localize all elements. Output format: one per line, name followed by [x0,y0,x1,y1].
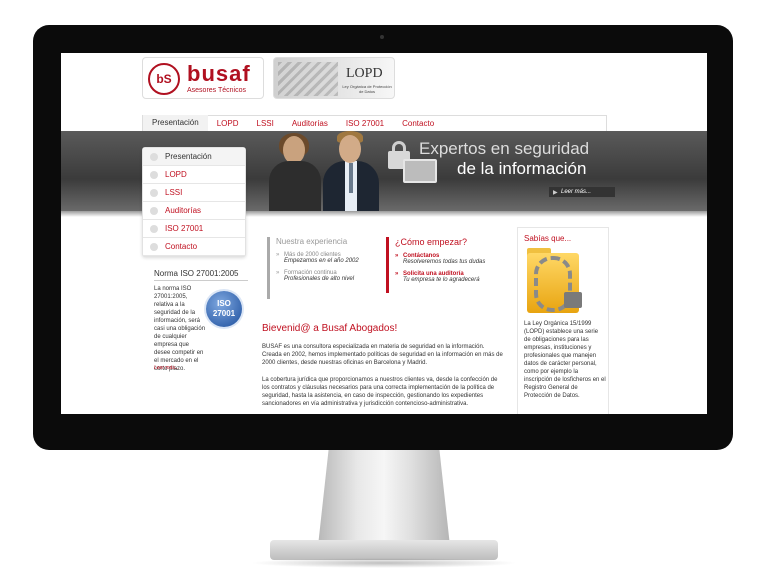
bullet-icon [150,171,158,179]
iso-more-link[interactable]: Leer más... [154,365,179,371]
padlock-icon [564,292,582,308]
experience-item-label: Más de 2000 clientes [284,252,341,258]
iso-seal-bottom: 27001 [212,309,236,318]
iso-info-box: Norma ISO 27001:2005 La norma ISO 27001:… [154,269,248,377]
lopd-banner-title: LOPD [346,66,383,81]
hero-title-line2: de la información [457,159,587,178]
sidebar-item-lssi[interactable]: LSSI [143,184,245,202]
experience-item-subtitle: Profesionales de alto nivel [284,276,355,282]
sidebar-item-label: Presentación [165,152,212,161]
top-nav: Presentación LOPD LSSI Auditorías ISO 27… [142,114,607,133]
experience-item-title: » Formación continua [276,270,383,276]
nav-item-contacto[interactable]: Contacto [393,116,443,132]
man-face-image [339,135,361,163]
did-you-know-box: Sabías que... La Ley Orgánica 15/1999 (L… [517,227,609,414]
double-arrow-icon: » [276,270,280,276]
bullet-icon [150,189,158,197]
sidebar-item-label: Auditorías [165,206,202,215]
experience-box: Nuestra experiencia » Más de 2000 cliente… [267,237,383,299]
sidebar-item-lopd[interactable]: LOPD [143,166,245,184]
how-to-start-title: ¿Cómo empezar? [395,237,468,247]
start-item-subtitle: Resolveremos todas tus dudas [403,259,486,265]
woman-face-image [283,136,305,164]
lopd-banner-subtitle: Ley Orgánica de Protección de Datos [342,84,392,94]
laptop-icon [403,159,437,183]
hero-title-line1: Expertos en seguridad [419,139,590,158]
lopd-banner[interactable]: LOPD Ley Orgánica de Protección de Datos [273,57,395,99]
apple-logo-icon [374,423,388,439]
start-item-subtitle: Tu empresa te lo agradecerá [403,277,480,283]
start-link-contactanos[interactable]: » Contáctanos [395,253,496,259]
double-arrow-icon: » [395,271,399,277]
lopd-banner-pattern [278,62,338,96]
did-you-know-text: La Ley Orgánica 15/1999 (LOPD) establece… [524,321,606,399]
start-link-label: Solicita una auditoría [403,271,464,277]
man-tie-image [349,163,353,193]
bullet-icon [150,153,158,161]
nav-item-presentacion[interactable]: Presentación [143,114,208,133]
iso-seal-icon: ISO 27001 [206,291,242,327]
sidebar-item-iso27001[interactable]: ISO 27001 [143,220,245,238]
sidebar-item-presentacion[interactable]: Presentación [143,148,245,166]
how-to-start-box: ¿Cómo empezar? » Contáctanos Resolveremos… [386,237,496,293]
experience-item-label: Formación continua [284,270,337,276]
start-link-label: Contáctanos [403,253,440,259]
monitor-stand [318,450,450,546]
start-link-auditoria[interactable]: » Solicita una auditoría [395,271,496,277]
nav-item-iso27001[interactable]: ISO 27001 [337,116,393,132]
arrow-right-icon: ▶ [553,190,558,196]
iso-seal-top: ISO [217,299,231,308]
sidebar-item-label: LOPD [165,170,187,179]
double-arrow-icon: » [276,252,280,258]
welcome-paragraph-2: La cobertura jurídica que proporcionamos… [262,377,498,407]
busaf-logo[interactable]: bS busaf Asesores Técnicos [142,57,264,99]
sidebar-item-label: Contacto [165,242,198,251]
welcome-paragraph-1: BUSAF es una consultora especializada en… [262,344,503,366]
stand-shadow [250,558,518,568]
nav-item-auditorias[interactable]: Auditorías [283,116,337,132]
experience-item-subtitle: Empezamos en el año 2002 [284,258,359,264]
logo-subtitle: Asesores Técnicos [187,87,247,94]
did-you-know-title: Sabías que... [524,234,572,243]
hero-more-button[interactable]: Leer más... [549,187,615,197]
sidebar-item-contacto[interactable]: Contacto [143,238,245,256]
bullet-icon [150,243,158,251]
sidebar-item-auditorias[interactable]: Auditorías [143,202,245,220]
bullet-icon [150,207,158,215]
iso-box-paragraph: La norma ISO 27001:2005, relativa a la s… [154,286,206,372]
monitor-stand-base [270,540,498,560]
logo-mark: bS [148,63,180,95]
woman-suit-image [269,161,321,211]
logo-name: busaf [187,61,251,86]
iso-box-title: Norma ISO 27001:2005 [154,269,248,281]
nav-item-lopd[interactable]: LOPD [208,116,248,132]
camera-icon [380,35,384,39]
experience-item-title: » Más de 2000 clientes [276,252,383,258]
double-arrow-icon: » [395,253,399,259]
nav-item-lssi[interactable]: LSSI [248,116,283,132]
bullet-icon [150,225,158,233]
experience-title: Nuestra experiencia [276,237,348,246]
sidebar-item-label: LSSI [165,188,183,197]
welcome-title: Bievenid@ a Busaf Abogados! [262,323,398,334]
sidebar-menu: Presentación LOPD LSSI Auditorías ISO 27… [142,147,246,257]
website-screen: bS busaf Asesores Técnicos LOPD Ley Orgá… [61,53,707,414]
sidebar-item-label: ISO 27001 [165,224,204,233]
